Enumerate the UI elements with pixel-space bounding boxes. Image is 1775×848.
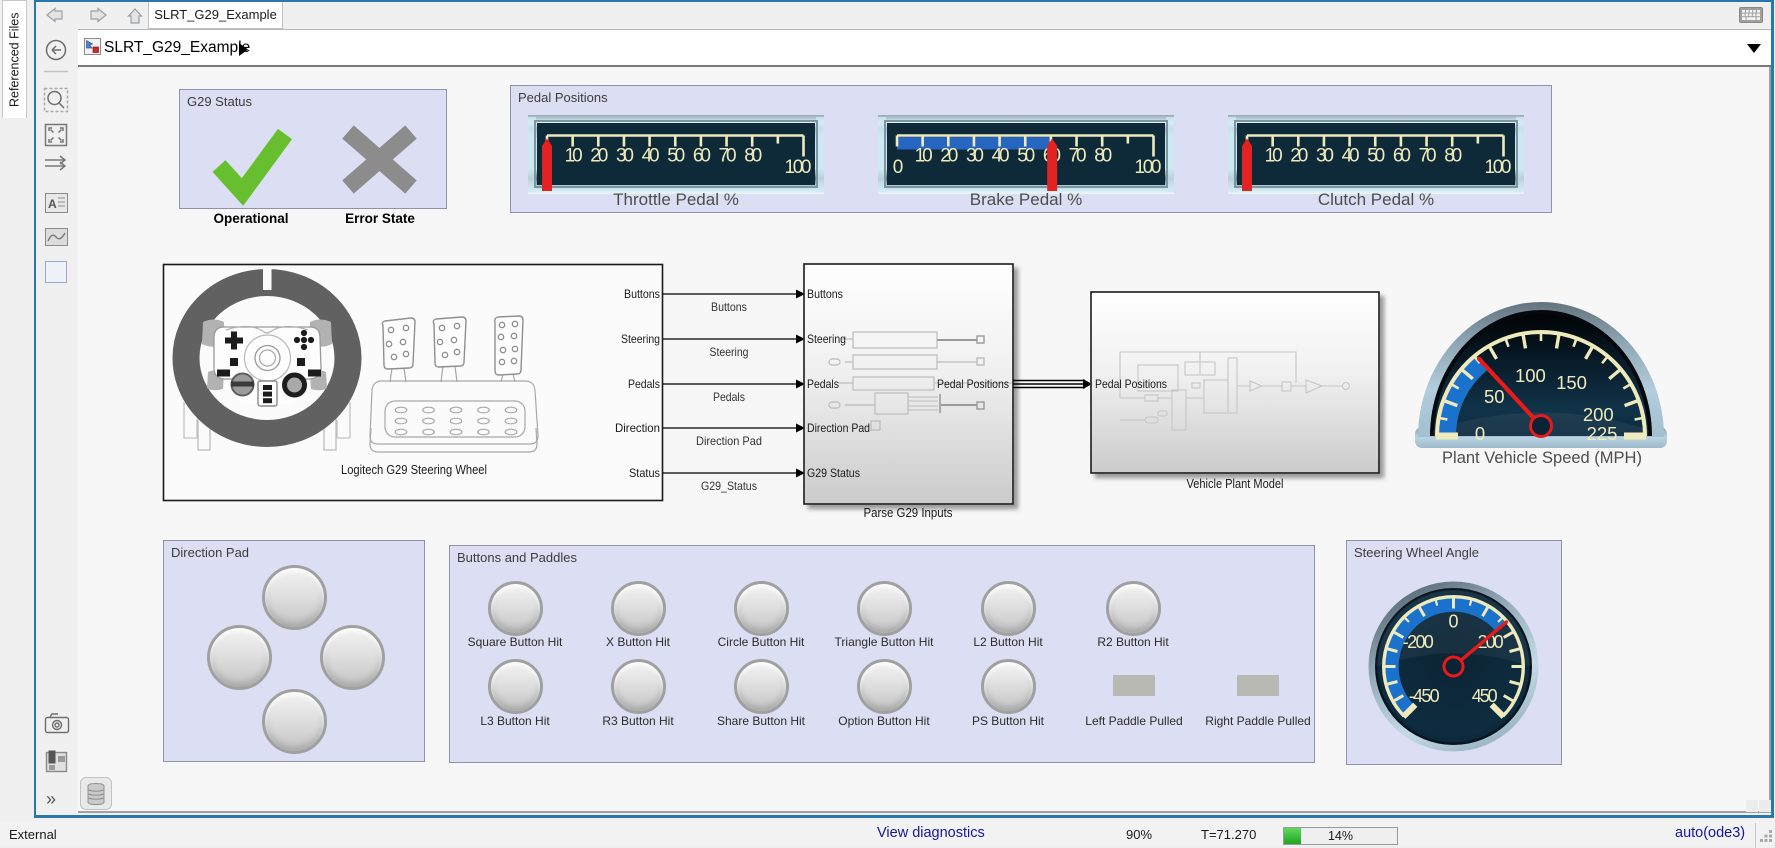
- svg-text:Brake Pedal %: Brake Pedal %: [970, 190, 1082, 209]
- svg-text:0: 0: [1448, 612, 1458, 632]
- svg-text:Parse G29 Inputs: Parse G29 Inputs: [864, 506, 953, 520]
- svg-text:20: 20: [590, 146, 608, 167]
- svg-text:50: 50: [1017, 146, 1035, 167]
- svg-text:Buttons: Buttons: [807, 287, 843, 301]
- svg-text:-450: -450: [1409, 686, 1440, 706]
- svg-text:A: A: [48, 197, 57, 211]
- svg-text:Buttons: Buttons: [624, 287, 660, 301]
- svg-text:20: 20: [940, 146, 958, 167]
- svg-text:-200: -200: [1403, 632, 1434, 652]
- svg-text:450: 450: [1472, 686, 1498, 706]
- svg-text:Pedals: Pedals: [713, 390, 745, 404]
- svg-text:100: 100: [1485, 157, 1512, 178]
- svg-text:80: 80: [1094, 146, 1112, 167]
- svg-text:225: 225: [1587, 423, 1618, 444]
- svg-text:10: 10: [1265, 146, 1283, 167]
- svg-text:100: 100: [1135, 157, 1162, 178]
- svg-text:30: 30: [616, 146, 634, 167]
- svg-text:0: 0: [1475, 423, 1485, 444]
- svg-text:50: 50: [667, 146, 685, 167]
- svg-text:10: 10: [915, 146, 933, 167]
- svg-text:Pedal Positions: Pedal Positions: [1095, 377, 1167, 391]
- svg-text:Buttons: Buttons: [711, 300, 747, 314]
- svg-text:60: 60: [693, 146, 711, 167]
- svg-text:100: 100: [785, 157, 812, 178]
- svg-text:40: 40: [642, 146, 660, 167]
- svg-text:Logitech G29 Steering Wheel: Logitech G29 Steering Wheel: [341, 463, 487, 477]
- svg-text:70: 70: [719, 146, 737, 167]
- svg-text:200: 200: [1583, 404, 1614, 425]
- svg-text:30: 30: [966, 146, 984, 167]
- svg-text:40: 40: [1342, 146, 1360, 167]
- svg-text:70: 70: [1419, 146, 1437, 167]
- svg-text:Pedals: Pedals: [628, 377, 660, 391]
- svg-text:80: 80: [1444, 146, 1462, 167]
- svg-text:Throttle Pedal %: Throttle Pedal %: [613, 190, 739, 209]
- svg-text:Clutch Pedal %: Clutch Pedal %: [1318, 190, 1434, 209]
- svg-text:0: 0: [893, 157, 904, 178]
- svg-text:150: 150: [1556, 372, 1587, 393]
- svg-text:G29_Status: G29_Status: [701, 479, 757, 493]
- svg-text:Vehicle Plant Model: Vehicle Plant Model: [1187, 477, 1284, 491]
- svg-text:10: 10: [565, 146, 583, 167]
- svg-text:100: 100: [1515, 365, 1546, 386]
- svg-text:80: 80: [744, 146, 762, 167]
- svg-text:50: 50: [1367, 146, 1385, 167]
- svg-text:Direction Pad: Direction Pad: [807, 421, 870, 435]
- svg-text:G29 Status: G29 Status: [807, 466, 860, 480]
- svg-text:Pedal Positions: Pedal Positions: [937, 377, 1009, 391]
- svg-text:Status: Status: [629, 466, 660, 480]
- svg-text:60: 60: [1393, 146, 1411, 167]
- svg-text:Plant Vehicle Speed (MPH): Plant Vehicle Speed (MPH): [1442, 449, 1642, 467]
- svg-text:Steering: Steering: [807, 332, 846, 346]
- svg-text:Steering: Steering: [621, 332, 660, 346]
- svg-text:20: 20: [1290, 146, 1308, 167]
- svg-text:Direction: Direction: [615, 421, 660, 435]
- svg-text:Pedals: Pedals: [807, 377, 839, 391]
- svg-text:»: »: [46, 789, 56, 809]
- svg-text:70: 70: [1069, 146, 1087, 167]
- svg-text:50: 50: [1484, 386, 1505, 407]
- svg-text:Direction Pad: Direction Pad: [696, 434, 762, 448]
- svg-text:40: 40: [992, 146, 1010, 167]
- svg-text:30: 30: [1316, 146, 1334, 167]
- svg-text:Steering: Steering: [710, 345, 749, 359]
